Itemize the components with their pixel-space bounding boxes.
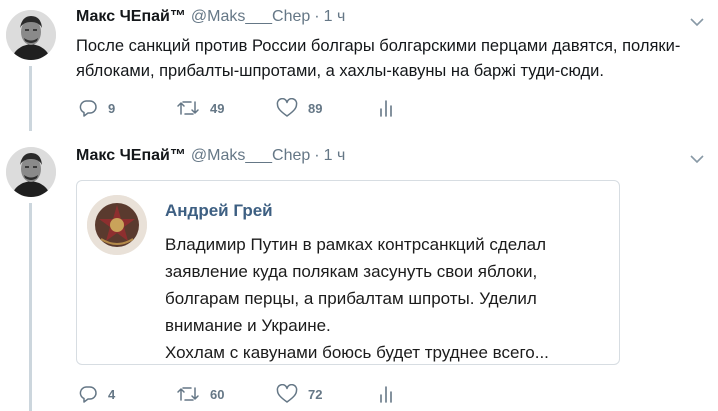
avatar-portrait-image bbox=[6, 147, 56, 197]
timestamp[interactable]: 1 ч bbox=[324, 147, 346, 165]
retweet-button[interactable]: 49 bbox=[176, 96, 224, 120]
tweet-header: Макс ЧЕпай™ @Maks___Chep · 1 ч bbox=[76, 8, 345, 28]
quote-text: Владимир Путин в рамках контрсанкций сде… bbox=[165, 231, 615, 366]
tweet-text: После санкций против России болгары болг… bbox=[76, 37, 681, 80]
reply-button[interactable]: 4 bbox=[78, 382, 115, 406]
retweet-count: 60 bbox=[210, 386, 225, 402]
retweet-count: 49 bbox=[210, 100, 225, 116]
emblem-avatar-image bbox=[87, 195, 147, 255]
avatar[interactable] bbox=[6, 10, 56, 60]
retweet-icon bbox=[177, 101, 199, 115]
tweet-header: Макс ЧЕпай™ @Maks___Chep · 1 ч bbox=[76, 147, 345, 167]
chevron-down-icon[interactable] bbox=[690, 151, 704, 164]
reply-count: 4 bbox=[108, 386, 116, 402]
quoted-post-card[interactable]: Андрей Грей Владимир Путин в рамках конт… bbox=[76, 180, 620, 365]
analytics-icon bbox=[380, 386, 392, 403]
heart-icon bbox=[276, 384, 298, 403]
like-button[interactable]: 89 bbox=[276, 96, 322, 120]
analytics-button[interactable] bbox=[378, 382, 394, 406]
reply-icon bbox=[79, 100, 97, 117]
quote-text-line: Хохлам с кавунами боюсь будет труднее вс… bbox=[165, 343, 549, 362]
analytics-button[interactable] bbox=[378, 96, 394, 120]
analytics-icon bbox=[380, 100, 392, 117]
author-name[interactable]: Макс ЧЕпай™ bbox=[76, 8, 186, 26]
chevron-down-icon[interactable] bbox=[690, 14, 704, 27]
author-handle[interactable]: @Maks___Chep bbox=[191, 147, 310, 165]
tweet-actions: 9 49 89 bbox=[78, 96, 418, 120]
avatar-portrait-image bbox=[6, 10, 56, 60]
like-count: 72 bbox=[308, 386, 323, 402]
avatar[interactable] bbox=[6, 147, 56, 197]
quote-text-line: заявление куда полякам засунуть свои ябл… bbox=[165, 262, 538, 281]
heart-icon bbox=[276, 98, 298, 117]
tweet-actions: 4 60 72 bbox=[78, 382, 418, 406]
timestamp[interactable]: 1 ч bbox=[324, 8, 346, 26]
reply-button[interactable]: 9 bbox=[78, 96, 115, 120]
tweet[interactable]: Макс ЧЕпай™ @Maks___Chep · 1 ч Андрей Гр… bbox=[0, 135, 718, 411]
reply-count: 9 bbox=[108, 100, 116, 116]
quote-text-line: болгарам перцы, а прибалтам шпроты. Удел… bbox=[165, 289, 537, 308]
separator: · bbox=[314, 147, 320, 164]
like-count: 89 bbox=[308, 100, 323, 116]
reply-icon bbox=[79, 386, 97, 403]
retweet-button[interactable]: 60 bbox=[176, 382, 224, 406]
separator: · bbox=[314, 8, 320, 25]
author-handle[interactable]: @Maks___Chep bbox=[191, 8, 310, 26]
thread-line bbox=[29, 203, 32, 411]
like-button[interactable]: 72 bbox=[276, 382, 322, 406]
author-name[interactable]: Макс ЧЕпай™ bbox=[76, 147, 186, 165]
quote-avatar bbox=[87, 195, 147, 255]
quote-text-line: внимание и Украине. bbox=[165, 316, 331, 335]
quote-author-name: Андрей Грей bbox=[165, 201, 273, 220]
tweet[interactable]: Макс ЧЕпай™ @Maks___Chep · 1 ч После сан… bbox=[0, 0, 718, 135]
quote-text-line: Владимир Путин в рамках контрсанкций сде… bbox=[165, 235, 546, 254]
thread-line bbox=[29, 66, 32, 131]
retweet-icon bbox=[177, 387, 199, 401]
